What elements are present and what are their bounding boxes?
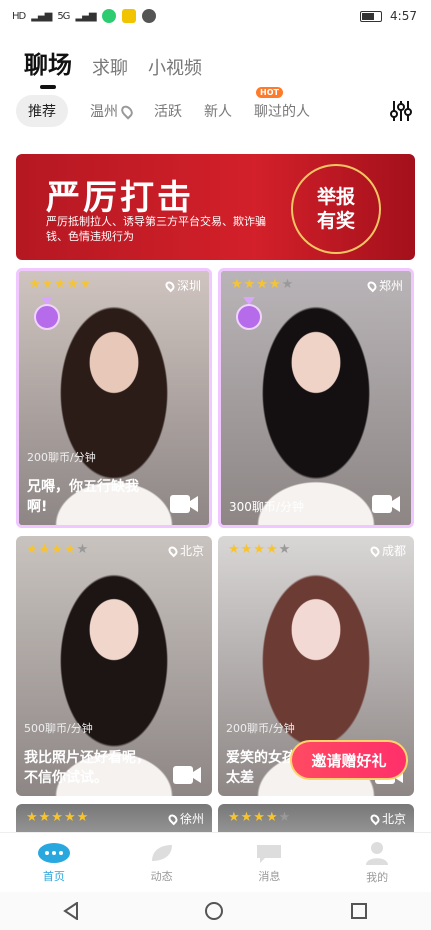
user-card[interactable]: ★★★★★ 北京 500聊币/分钟我比照片还好看呢，不信你试试。 bbox=[16, 536, 212, 796]
card-city-label: 北京 bbox=[381, 812, 406, 826]
invite-gift-button[interactable]: 邀请赠好礼 bbox=[290, 740, 408, 780]
message-icon bbox=[257, 844, 282, 863]
recents-icon[interactable] bbox=[350, 902, 368, 920]
rating-stars: ★★★★★ bbox=[231, 277, 295, 292]
location-pin-icon bbox=[166, 544, 180, 557]
card-city-label: 徐州 bbox=[179, 812, 204, 826]
rating-stars: ★★★★★ bbox=[29, 277, 93, 292]
nav-me[interactable]: 我的 bbox=[323, 833, 431, 892]
nav-feed[interactable]: 动态 bbox=[108, 833, 216, 892]
person-icon bbox=[366, 841, 389, 865]
card-city-label: 成都 bbox=[381, 544, 406, 558]
nav-home[interactable]: 首页 bbox=[0, 833, 108, 892]
nav-me-label: 我的 bbox=[366, 870, 389, 884]
bottom-nav: 首页 动态 消息 我的 bbox=[0, 832, 431, 892]
filter-recommend[interactable]: 推荐 bbox=[16, 95, 68, 127]
video-call-icon[interactable] bbox=[172, 764, 202, 786]
card-price: 500聊币/分钟 bbox=[24, 722, 93, 735]
banner-subtitle: 严厉抵制拉人、诱导第三方平台交易、欺诈骗钱、色情违规行为 bbox=[46, 215, 266, 243]
app-icon-2 bbox=[141, 9, 156, 23]
vip-medal-icon bbox=[34, 297, 60, 330]
rating-stars: ★★★★★ bbox=[26, 810, 90, 825]
nav-messages-label: 消息 bbox=[258, 869, 281, 883]
award-line-1: 举报 bbox=[316, 186, 355, 208]
filter-bar: 推荐 温州 活跃 新人 HOT 聊过的人 bbox=[0, 87, 431, 132]
card-message: 我比照片还好看呢，不信你试试。 bbox=[24, 750, 150, 786]
battery-icon bbox=[360, 10, 383, 22]
app-icon bbox=[101, 9, 116, 23]
location-pin-icon bbox=[368, 812, 382, 825]
filter-chatted[interactable]: HOT 聊过的人 bbox=[254, 87, 310, 121]
location-pin-icon bbox=[368, 544, 382, 557]
nav-feed-label: 动态 bbox=[150, 869, 173, 883]
location-pin-icon bbox=[166, 812, 180, 825]
tab-chat-field[interactable]: 聊场 bbox=[24, 45, 72, 89]
leaf-icon bbox=[151, 844, 172, 861]
award-line-2: 有奖 bbox=[316, 210, 355, 232]
location-pin-icon bbox=[163, 279, 177, 292]
filter-new[interactable]: 新人 bbox=[204, 101, 232, 121]
card-city-label: 郑州 bbox=[378, 279, 403, 293]
card-city: 徐州 bbox=[166, 810, 204, 827]
anti-fraud-banner[interactable]: 严厉打击 严厉抵制拉人、诱导第三方平台交易、欺诈骗钱、色情违规行为 举报 有奖 bbox=[16, 154, 415, 260]
vip-medal-icon bbox=[236, 297, 262, 330]
video-call-icon[interactable] bbox=[169, 493, 199, 515]
status-left: HD ▂▄▆ 5G ▂▄▆ bbox=[12, 9, 156, 23]
location-pin-icon bbox=[365, 279, 379, 292]
location-pin-icon bbox=[118, 102, 136, 120]
home-icon[interactable] bbox=[204, 901, 224, 921]
card-city: 郑州 bbox=[365, 277, 403, 294]
tab-request-chat[interactable]: 求聊 bbox=[92, 54, 128, 80]
user-card[interactable]: ★★★★★ 郑州 300聊币/分钟 bbox=[218, 268, 414, 528]
card-city: 深圳 bbox=[163, 277, 201, 294]
signal-label: 5G bbox=[57, 10, 70, 22]
back-icon[interactable] bbox=[63, 902, 79, 920]
banner-title: 严厉打击 bbox=[46, 178, 194, 218]
card-city: 北京 bbox=[368, 810, 406, 827]
hot-badge: HOT bbox=[256, 87, 283, 98]
status-bar: HD ▂▄▆ 5G ▂▄▆ 4:57 bbox=[0, 0, 431, 32]
status-right: 4:57 bbox=[360, 9, 417, 23]
card-city-label: 北京 bbox=[179, 544, 204, 558]
filter-active[interactable]: 活跃 bbox=[154, 101, 182, 121]
nav-messages[interactable]: 消息 bbox=[216, 833, 324, 892]
card-message: 兄嘚，你五行缺我啊! bbox=[27, 479, 139, 515]
signal-icon: ▂▄▆ bbox=[31, 10, 52, 22]
card-city-label: 深圳 bbox=[176, 279, 201, 293]
report-reward-badge: 举报 有奖 bbox=[291, 164, 381, 254]
card-city: 成都 bbox=[368, 542, 406, 559]
signal-icon-2: ▂▄▆ bbox=[75, 10, 96, 22]
rating-stars: ★★★★★ bbox=[26, 542, 90, 557]
app-badge-icon bbox=[121, 9, 136, 23]
card-price: 200聊币/分钟 bbox=[226, 722, 295, 735]
filter-city[interactable]: 温州 bbox=[90, 101, 136, 121]
user-card[interactable]: ★★★★★ 深圳 200聊币/分钟兄嘚，你五行缺我啊! bbox=[16, 268, 212, 528]
top-tabs: 聊场 求聊 小视频 bbox=[0, 32, 431, 90]
clock: 4:57 bbox=[390, 9, 417, 23]
rating-stars: ★★★★★ bbox=[228, 810, 292, 825]
video-call-icon[interactable] bbox=[371, 493, 401, 515]
card-price: 200聊币/分钟 bbox=[27, 451, 96, 464]
filter-sliders-icon[interactable] bbox=[389, 100, 413, 122]
card-price: 300聊币/分钟 bbox=[229, 500, 304, 514]
sim-icon: HD bbox=[12, 10, 26, 22]
filter-city-label: 温州 bbox=[90, 104, 118, 120]
tab-short-video[interactable]: 小视频 bbox=[148, 54, 202, 80]
chat-bubble-icon bbox=[37, 842, 70, 863]
nav-home-label: 首页 bbox=[42, 869, 65, 883]
rating-stars: ★★★★★ bbox=[228, 542, 292, 557]
filter-chatted-label: 聊过的人 bbox=[254, 104, 310, 120]
card-city: 北京 bbox=[166, 542, 204, 559]
system-nav-bar bbox=[0, 892, 431, 930]
